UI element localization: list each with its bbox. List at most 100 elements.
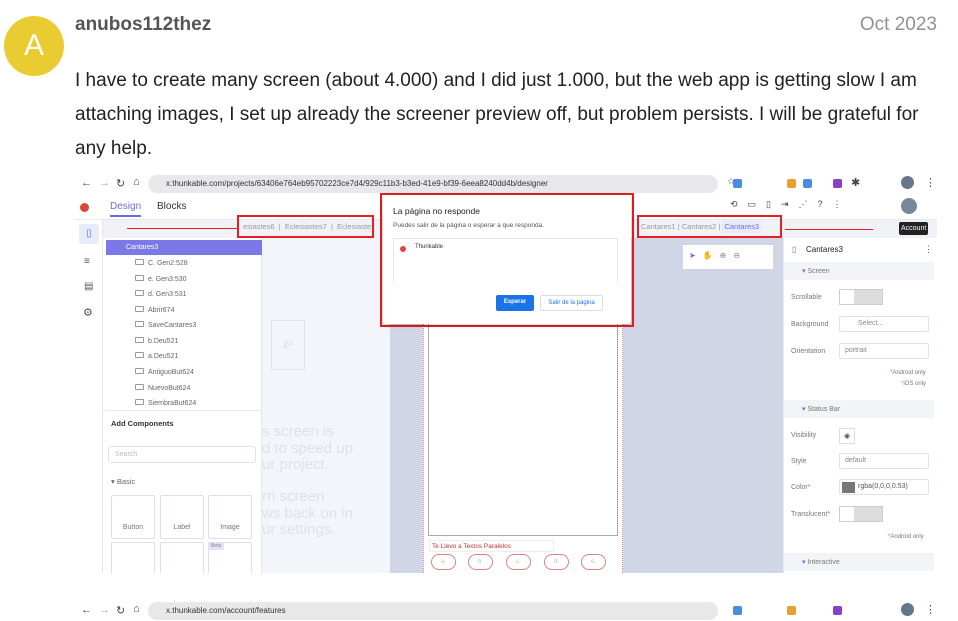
orientation-select[interactable]: portrait (839, 343, 929, 359)
extension-icon[interactable] (733, 179, 742, 188)
phone-label: Te Llevo a Textos Paralelos (429, 540, 554, 552)
back-icon[interactable]: ← (81, 604, 92, 616)
forward-icon[interactable]: → (99, 177, 110, 189)
leave-page-button[interactable]: Salir de la página (540, 295, 603, 311)
section-interactive[interactable]: ▾ Interactive (784, 553, 934, 571)
screen-tab[interactable]: esiastes6 (243, 222, 275, 231)
phone-button[interactable]: c. (506, 554, 531, 570)
scrollable-toggle[interactable] (839, 289, 883, 305)
username[interactable]: anubos112thez (75, 14, 211, 36)
reload-icon[interactable]: ↻ (116, 604, 125, 617)
extension-icon[interactable] (787, 606, 796, 615)
screen-tab-active[interactable]: Cantares3 (722, 220, 762, 233)
attached-screenshot[interactable]: ← → ↻ ⌂ x.thunkable.com/projects/63406e7… (75, 172, 937, 573)
zoom-in-icon[interactable]: ⊕ (720, 251, 734, 260)
dialog-message: Puedes salir de la página o esperar a qu… (393, 222, 545, 229)
component-tile-label[interactable]: Label (160, 495, 204, 539)
tree-item[interactable]: e. Gen3:530 (135, 275, 187, 283)
menu-icon[interactable]: ⋮ (925, 176, 936, 189)
tree-item[interactable]: b.Deu521 (135, 337, 178, 345)
extension-icon[interactable] (833, 179, 842, 188)
tree-item[interactable]: a.Deu521 (135, 352, 178, 360)
extension-icon[interactable] (833, 606, 842, 615)
sleeping-screen-icon: zᶻ (271, 320, 305, 370)
translucent-toggle[interactable] (839, 506, 883, 522)
wait-button[interactable]: Esperar (496, 295, 534, 311)
component-tile-image[interactable]: Image (208, 495, 252, 539)
account-avatar[interactable] (901, 198, 917, 214)
add-components-heading: Add Components (111, 419, 174, 428)
profile-avatar[interactable] (901, 603, 914, 616)
screen-tab[interactable]: Cantares1 (641, 222, 676, 231)
background-select[interactable]: Select... (839, 316, 929, 332)
basic-category[interactable]: ▾ Basic (111, 477, 135, 486)
file-icon[interactable]: ▤ (84, 281, 93, 292)
screen-tab[interactable]: Cantares2 (682, 222, 717, 231)
thunkable-favicon (400, 246, 406, 252)
extension-icon[interactable] (787, 179, 796, 188)
tree-item[interactable]: C. Gen2:528 (135, 259, 188, 267)
unresponsive-page-list: Thunkable (393, 238, 618, 282)
tree-root-cantares3[interactable]: Cantares3 (106, 240, 262, 255)
address-bar[interactable]: x.thunkable.com/projects/63406e764eb9570… (148, 175, 718, 193)
tree-item[interactable]: d. Gen3:531 (135, 290, 187, 298)
extension-icon[interactable] (733, 606, 742, 615)
screen-icon[interactable]: ▯ (79, 224, 99, 244)
background-label: Background (791, 321, 829, 328)
color-swatch (842, 482, 855, 493)
tree-item[interactable]: Abrir674 (135, 306, 174, 314)
arrow-left-annotation (127, 228, 237, 229)
component-tile-button[interactable]: Button (111, 495, 155, 539)
screen-icon: ▯ (792, 245, 797, 254)
avatar[interactable]: A (4, 16, 64, 76)
browser-toolbar: ← → ↻ ⌂ x.thunkable.com/projects/63406e7… (75, 172, 937, 194)
divider (103, 410, 262, 411)
settings-icon[interactable]: ⚙ (83, 306, 93, 319)
address-bar[interactable]: x.thunkable.com/account/features (148, 602, 718, 620)
phone-button[interactable]: d. (544, 554, 569, 570)
profile-avatar[interactable] (901, 176, 914, 189)
visibility-eye-icon[interactable]: ◉ (839, 428, 855, 444)
component-tile[interactable] (160, 542, 204, 573)
visibility-label: Visibility (791, 432, 817, 439)
hand-tool-icon[interactable]: ✋ (703, 251, 720, 260)
properties-title: Cantares3 (806, 245, 843, 254)
more-options-icon[interactable]: ⋮ (924, 244, 933, 255)
database-icon[interactable]: ≡ (84, 256, 90, 267)
attached-screenshot-2[interactable]: ← → ↻ ⌂ x.thunkable.com/account/features… (75, 600, 937, 621)
home-icon[interactable]: ⌂ (133, 603, 140, 615)
color-label: Color* (791, 484, 811, 491)
canvas-tools[interactable]: ➤✋⊕⊖ (683, 245, 773, 269)
puzzle-icon[interactable]: ✱ (851, 176, 860, 189)
beta-badge: Beta (208, 542, 225, 550)
phone-button[interactable]: b. (468, 554, 493, 570)
select-tool-icon[interactable]: ➤ (689, 251, 703, 260)
screen-tab[interactable]: Eclesiastes7 (285, 222, 327, 231)
back-icon[interactable]: ← (81, 177, 92, 189)
extension-icon[interactable] (803, 179, 812, 188)
toolbar-buttons[interactable]: ⟲▭▯⇥⋰?⋮ (730, 199, 930, 215)
zoom-out-icon[interactable]: ⊖ (733, 251, 747, 260)
screen-tab[interactable]: Eclesiastes8 (337, 222, 372, 231)
reload-icon[interactable]: ↻ (116, 177, 125, 190)
menu-icon[interactable]: ⋮ (925, 603, 936, 616)
tree-item[interactable]: SiembraBut624 (135, 399, 196, 407)
phone-button[interactable]: e. (581, 554, 606, 570)
tab-design[interactable]: Design (110, 201, 142, 217)
section-screen[interactable]: ▾ Screen (784, 262, 934, 280)
tab-blocks[interactable]: Blocks (157, 201, 186, 212)
home-icon[interactable]: ⌂ (133, 176, 140, 188)
phone-button[interactable]: a. (431, 554, 456, 570)
component-search-input[interactable]: Search (108, 446, 256, 463)
tree-item[interactable]: SaveCantares3 (135, 321, 196, 329)
section-status-bar[interactable]: ▾ Status Bar (784, 400, 934, 418)
component-tile[interactable] (111, 542, 155, 573)
tree-item[interactable]: AntiguoBut624 (135, 368, 194, 376)
forward-icon[interactable]: → (99, 604, 110, 616)
screen-tabs-left-highlight: esiastes6 | Eclesiastes7 | Eclesiastes8 (237, 215, 374, 238)
tree-item[interactable]: NuevoBut624 (135, 384, 190, 392)
post-body: I have to create many screen (about 4.00… (75, 70, 919, 159)
post-date[interactable]: Oct 2023 (860, 14, 937, 36)
thunkable-logo (80, 203, 89, 212)
style-select[interactable]: default (839, 453, 929, 469)
